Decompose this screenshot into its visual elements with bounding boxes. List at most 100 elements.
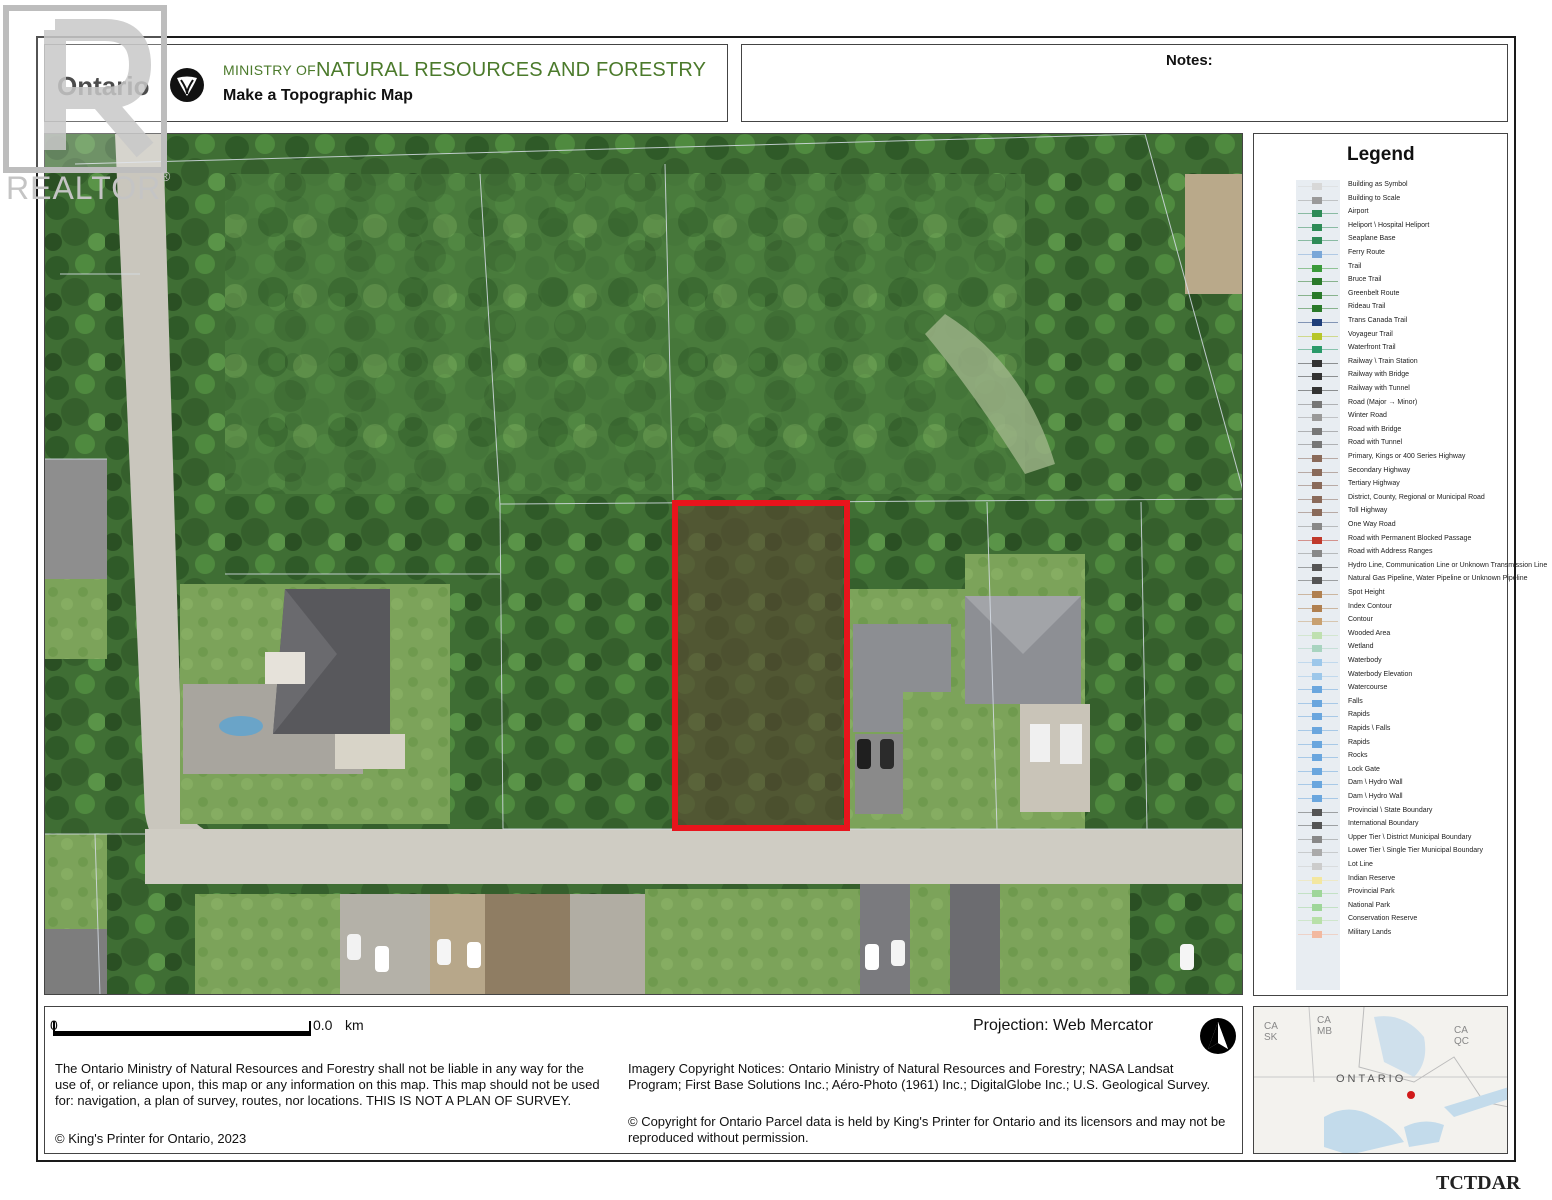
legend-label: Road with Address Ranges <box>1348 548 1433 556</box>
legend-symbol-icon <box>1296 846 1340 860</box>
legend-symbol-icon <box>1296 234 1340 248</box>
legend-label: Building to Scale <box>1348 194 1401 202</box>
legend-label: Toll Highway <box>1348 507 1388 515</box>
legend-symbol-icon <box>1296 316 1340 330</box>
legend-symbol-icon <box>1296 670 1340 684</box>
legend-label: Railway \ Train Station <box>1348 357 1418 365</box>
legend-item: Greenbelt Route <box>1296 289 1510 303</box>
legend-item: Ferry Route <box>1296 248 1510 262</box>
inset-label-ontario: ONTARIO <box>1336 1073 1407 1085</box>
legend-item: Rapids <box>1296 710 1510 724</box>
legend-item: Contour <box>1296 615 1510 629</box>
legend-item: Seaplane Base <box>1296 234 1510 248</box>
legend-item: Railway with Tunnel <box>1296 384 1510 398</box>
legend-item: Tertiary Highway <box>1296 479 1510 493</box>
legend-symbol-icon <box>1296 602 1340 616</box>
legend-item: Trail <box>1296 262 1510 276</box>
legend-symbol-icon <box>1296 874 1340 888</box>
legend-symbol-icon <box>1296 506 1340 520</box>
registered-mark: ® <box>160 168 171 184</box>
legend-symbol-icon <box>1296 425 1340 439</box>
legend-symbol-icon <box>1296 330 1340 344</box>
legend-symbol-icon <box>1296 860 1340 874</box>
legend-symbol-icon <box>1296 887 1340 901</box>
legend-label: Index Contour <box>1348 602 1392 610</box>
inset-map[interactable]: CA SK CA MB CA QC ONTARIO <box>1253 1006 1508 1154</box>
legend-item: Natural Gas Pipeline, Water Pipeline or … <box>1296 574 1528 588</box>
aerial-map[interactable] <box>44 133 1243 995</box>
ministry-prefix: MINISTRY OF <box>223 62 317 78</box>
realtor-watermark: REALTOR ® <box>0 0 185 215</box>
legend-label: Dam \ Hydro Wall <box>1348 779 1403 787</box>
legend-item: Railway \ Train Station <box>1296 357 1510 371</box>
legend-item: Voyageur Trail <box>1296 330 1510 344</box>
legend-symbol-icon <box>1296 683 1340 697</box>
scale-start-label: 0 <box>50 1017 58 1033</box>
legend-symbol-icon <box>1296 289 1340 303</box>
copyright-text: © King's Printer for Ontario, 2023 <box>55 1131 247 1146</box>
legend-label: Ferry Route <box>1348 249 1385 256</box>
legend-item: Dam \ Hydro Wall <box>1296 778 1510 792</box>
legend-item: Waterbody Elevation <box>1296 670 1510 684</box>
legend-symbol-icon <box>1296 914 1340 928</box>
legend-item: Building to Scale <box>1296 194 1510 208</box>
legend-item: Index Contour <box>1296 602 1510 616</box>
legend-label: Voyageur Trail <box>1348 330 1393 338</box>
legend-label: Road with Bridge <box>1348 425 1402 433</box>
legend-item: Lot Line <box>1296 860 1510 874</box>
legend-label: Greenbelt Route <box>1348 289 1400 297</box>
legend-symbol-icon <box>1296 370 1340 384</box>
disclaimer-text: The Ontario Ministry of Natural Resource… <box>55 1061 600 1108</box>
legend-item: Rideau Trail <box>1296 302 1510 316</box>
legend-symbol-icon <box>1296 710 1340 724</box>
legend-item: International Boundary <box>1296 819 1510 833</box>
legend-item: Conservation Reserve <box>1296 914 1510 928</box>
legend-item: Falls <box>1296 697 1510 711</box>
legend-label: Natural Gas Pipeline, Water Pipeline or … <box>1348 575 1528 583</box>
legend-label: Dam \ Hydro Wall <box>1348 793 1403 800</box>
location-marker <box>1407 1091 1415 1099</box>
legend-item: Waterbody <box>1296 656 1510 670</box>
legend-symbol-icon <box>1296 357 1340 371</box>
legend-symbol-icon <box>1296 629 1340 643</box>
legend-panel: Legend Building as Symbol Building to Sca… <box>1253 133 1547 996</box>
legend-list: Building as Symbol Building to Scale Airpo… <box>1296 180 1547 990</box>
legend-symbol-icon <box>1296 398 1340 412</box>
legend-symbol-icon <box>1296 452 1340 466</box>
legend-label: Rideau Trail <box>1348 303 1386 311</box>
realtor-watermark-text: REALTOR <box>6 170 162 206</box>
legend-symbol-icon <box>1296 262 1340 276</box>
legend-item: Wetland <box>1296 642 1510 656</box>
legend-label: Railway with Bridge <box>1348 371 1410 379</box>
legend-symbol-icon <box>1296 302 1340 316</box>
legend-symbol-icon <box>1296 438 1340 452</box>
legend-label: Rocks <box>1348 752 1368 760</box>
legend-item: Heliport \ Hospital Heliport <box>1296 221 1510 235</box>
legend-label: National Park <box>1348 901 1391 909</box>
legend-symbol-icon <box>1296 751 1340 765</box>
legend-label: Secondary Highway <box>1348 466 1411 474</box>
notes-box[interactable]: Notes: <box>741 44 1508 122</box>
legend-label: One Way Road <box>1348 521 1396 528</box>
legend-label: Primary, Kings or 400 Series Highway <box>1348 453 1466 460</box>
legend-label: Lock Gate <box>1348 765 1380 773</box>
legend-item: Road with Permanent Blocked Passage <box>1296 534 1510 548</box>
legend-label: Rapids <box>1348 711 1370 719</box>
legend-label: International Boundary <box>1348 820 1419 828</box>
legend-label: Lower Tier \ Single Tier Municipal Bound… <box>1348 847 1484 855</box>
legend-symbol-icon <box>1296 928 1340 942</box>
legend-item: Lower Tier \ Single Tier Municipal Bound… <box>1296 846 1510 860</box>
legend-label: Rapids <box>1348 738 1370 746</box>
legend-symbol-icon <box>1296 819 1340 833</box>
legend-item: Indian Reserve <box>1296 874 1510 888</box>
legend-symbol-icon <box>1296 384 1340 398</box>
legend-label: District, County, Regional or Municipal … <box>1348 493 1485 501</box>
scale-tick-right <box>309 1021 311 1036</box>
legend-symbol-icon <box>1296 833 1340 847</box>
parcel-notice-text: © Copyright for Ontario Parcel data is h… <box>628 1114 1226 1145</box>
legend-item: Bruce Trail <box>1296 275 1510 289</box>
legend-label: Lot Line <box>1348 861 1373 868</box>
legend-symbol-icon <box>1296 534 1340 548</box>
legend-label: Tertiary Highway <box>1348 480 1400 488</box>
legend-label: Railway with Tunnel <box>1348 385 1410 392</box>
